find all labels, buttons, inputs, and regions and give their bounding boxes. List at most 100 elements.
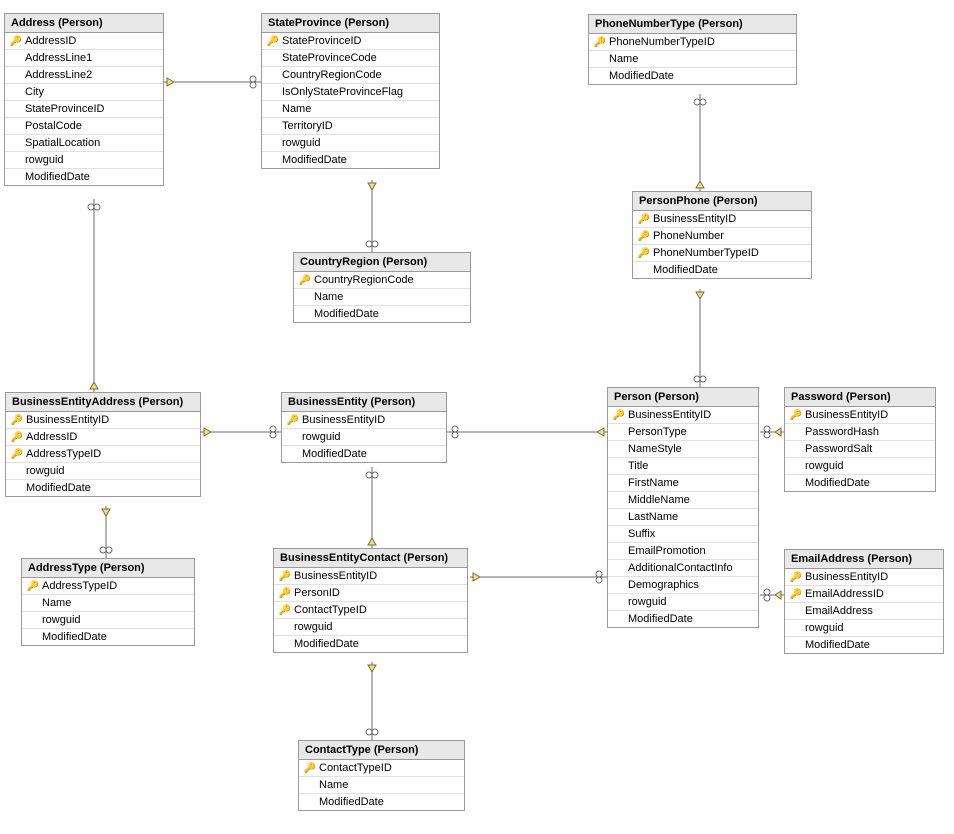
column-name: AddressID xyxy=(24,431,77,443)
column-row: 🔑ContactTypeID xyxy=(299,760,464,777)
entity-business-entity[interactable]: BusinessEntity (Person) 🔑BusinessEntityI… xyxy=(281,392,447,463)
column-row: 🔑ContactTypeID xyxy=(274,602,467,619)
column-row: rowguid xyxy=(274,619,467,636)
column-row: StateProvinceID xyxy=(5,101,163,118)
column-name: StateProvinceID xyxy=(23,103,104,115)
column-name: ModifiedDate xyxy=(280,154,347,166)
column-row: PasswordHash xyxy=(785,424,935,441)
entity-title: CountryRegion (Person) xyxy=(294,253,470,272)
column-name: ModifiedDate xyxy=(317,796,384,808)
column-row: PersonType xyxy=(608,424,758,441)
key-icon: 🔑 xyxy=(299,275,311,286)
column-name: Name xyxy=(40,597,71,609)
entity-columns: 🔑CountryRegionCodeNameModifiedDate xyxy=(294,272,470,322)
column-row: City xyxy=(5,84,163,101)
entity-address-type[interactable]: AddressType (Person) 🔑AddressTypeIDNamer… xyxy=(21,558,195,646)
column-name: Demographics xyxy=(626,579,699,591)
column-name: FirstName xyxy=(626,477,679,489)
primary-key-icon: 🔑 xyxy=(789,571,803,583)
entity-person-phone[interactable]: PersonPhone (Person) 🔑BusinessEntityID 🔑P… xyxy=(632,191,812,279)
column-name: ModifiedDate xyxy=(300,448,367,460)
column-row: Demographics xyxy=(608,577,758,594)
entity-person[interactable]: Person (Person) 🔑BusinessEntityIDPersonT… xyxy=(607,387,759,628)
column-name: Name xyxy=(312,291,343,303)
entity-business-entity-address[interactable]: BusinessEntityAddress (Person) 🔑Business… xyxy=(5,392,201,497)
column-name: PhoneNumberTypeID xyxy=(651,247,759,259)
column-row: Name xyxy=(294,289,470,306)
entity-title: PersonPhone (Person) xyxy=(633,192,811,211)
column-row: 🔑PhoneNumberTypeID xyxy=(633,245,811,262)
column-row: Name xyxy=(22,595,194,612)
entity-columns: 🔑StateProvinceID StateProvinceCode Country… xyxy=(262,33,439,168)
entity-phone-number-type[interactable]: PhoneNumberType (Person) 🔑PhoneNumberTyp… xyxy=(588,14,797,85)
column-name: ModifiedDate xyxy=(803,477,870,489)
column-name: BusinessEntityID xyxy=(300,414,385,426)
column-name: rowguid xyxy=(300,431,341,443)
entity-title: PhoneNumberType (Person) xyxy=(589,15,796,34)
column-row: rowguid xyxy=(785,620,943,637)
column-row: 🔑AddressID xyxy=(5,33,163,50)
column-name: rowguid xyxy=(40,614,81,626)
entity-contact-type[interactable]: ContactType (Person) 🔑ContactTypeIDNameM… xyxy=(298,740,465,811)
entity-address[interactable]: Address (Person) 🔑AddressIDAddressLine1 A… xyxy=(4,13,164,186)
entity-email-address[interactable]: EmailAddress (Person) 🔑BusinessEntityID🔑… xyxy=(784,549,944,654)
entity-columns: 🔑BusinessEntityID rowguid ModifiedDate xyxy=(282,412,446,462)
column-row: NameStyle xyxy=(608,441,758,458)
entity-columns: 🔑BusinessEntityID🔑PersonID🔑ContactTypeID… xyxy=(274,568,467,652)
primary-key-icon: 🔑 xyxy=(278,604,292,616)
primary-key-icon: 🔑 xyxy=(298,274,312,286)
column-row: AddressLine1 xyxy=(5,50,163,67)
column-row: Suffix xyxy=(608,526,758,543)
column-row: Name xyxy=(589,51,796,68)
column-row: ModifiedDate xyxy=(299,794,464,810)
column-name: Name xyxy=(607,53,638,65)
column-name: ModifiedDate xyxy=(312,308,379,320)
primary-key-icon: 🔑 xyxy=(26,580,40,592)
column-row: Name xyxy=(299,777,464,794)
column-row: Name xyxy=(262,101,439,118)
column-row: 🔑BusinessEntityID xyxy=(608,407,758,424)
key-icon: 🔑 xyxy=(279,605,291,616)
column-row: ModifiedDate xyxy=(608,611,758,627)
column-name: CountryRegionCode xyxy=(280,69,382,81)
column-row: StateProvinceCode xyxy=(262,50,439,67)
primary-key-icon: 🔑 xyxy=(593,36,607,48)
column-row: SpatialLocation xyxy=(5,135,163,152)
column-name: EmailAddressID xyxy=(803,588,884,600)
column-row: 🔑EmailAddressID xyxy=(785,586,943,603)
column-name: Suffix xyxy=(626,528,655,540)
column-name: rowguid xyxy=(280,137,321,149)
column-name: ModifiedDate xyxy=(23,171,90,183)
key-icon: 🔑 xyxy=(279,588,291,599)
column-row: 🔑AddressTypeID xyxy=(6,446,200,463)
column-row: FirstName xyxy=(608,475,758,492)
primary-key-icon: 🔑 xyxy=(789,409,803,421)
column-row: ModifiedDate xyxy=(262,152,439,168)
column-row: 🔑BusinessEntityID xyxy=(633,211,811,228)
column-row: ModifiedDate xyxy=(22,629,194,645)
primary-key-icon: 🔑 xyxy=(10,448,24,460)
column-name: EmailAddress xyxy=(803,605,873,617)
column-row: CountryRegionCode xyxy=(262,67,439,84)
column-name: StateProvinceCode xyxy=(280,52,377,64)
entity-state-province[interactable]: StateProvince (Person) 🔑StateProvinceIDS… xyxy=(261,13,440,169)
key-icon: 🔑 xyxy=(613,410,625,421)
key-icon: 🔑 xyxy=(10,36,22,47)
entity-title: Password (Person) xyxy=(785,388,935,407)
column-row: ModifiedDate xyxy=(5,169,163,185)
column-row: 🔑BusinessEntityID xyxy=(785,407,935,424)
column-row: 🔑StateProvinceID xyxy=(262,33,439,50)
column-name: AddressLine2 xyxy=(23,69,92,81)
entity-country-region[interactable]: CountryRegion (Person) 🔑CountryRegionCod… xyxy=(293,252,471,323)
column-row: ModifiedDate xyxy=(785,475,935,491)
column-row: rowguid xyxy=(785,458,935,475)
primary-key-icon: 🔑 xyxy=(10,431,24,443)
entity-title: Address (Person) xyxy=(5,14,163,33)
column-name: BusinessEntityID xyxy=(803,571,888,583)
column-row: PostalCode xyxy=(5,118,163,135)
primary-key-icon: 🔑 xyxy=(286,414,300,426)
entity-password[interactable]: Password (Person) 🔑BusinessEntityIDPassw… xyxy=(784,387,936,492)
entity-business-entity-contact[interactable]: BusinessEntityContact (Person) 🔑Business… xyxy=(273,548,468,653)
column-name: rowguid xyxy=(803,622,844,634)
column-name: PhoneNumber xyxy=(651,230,724,242)
